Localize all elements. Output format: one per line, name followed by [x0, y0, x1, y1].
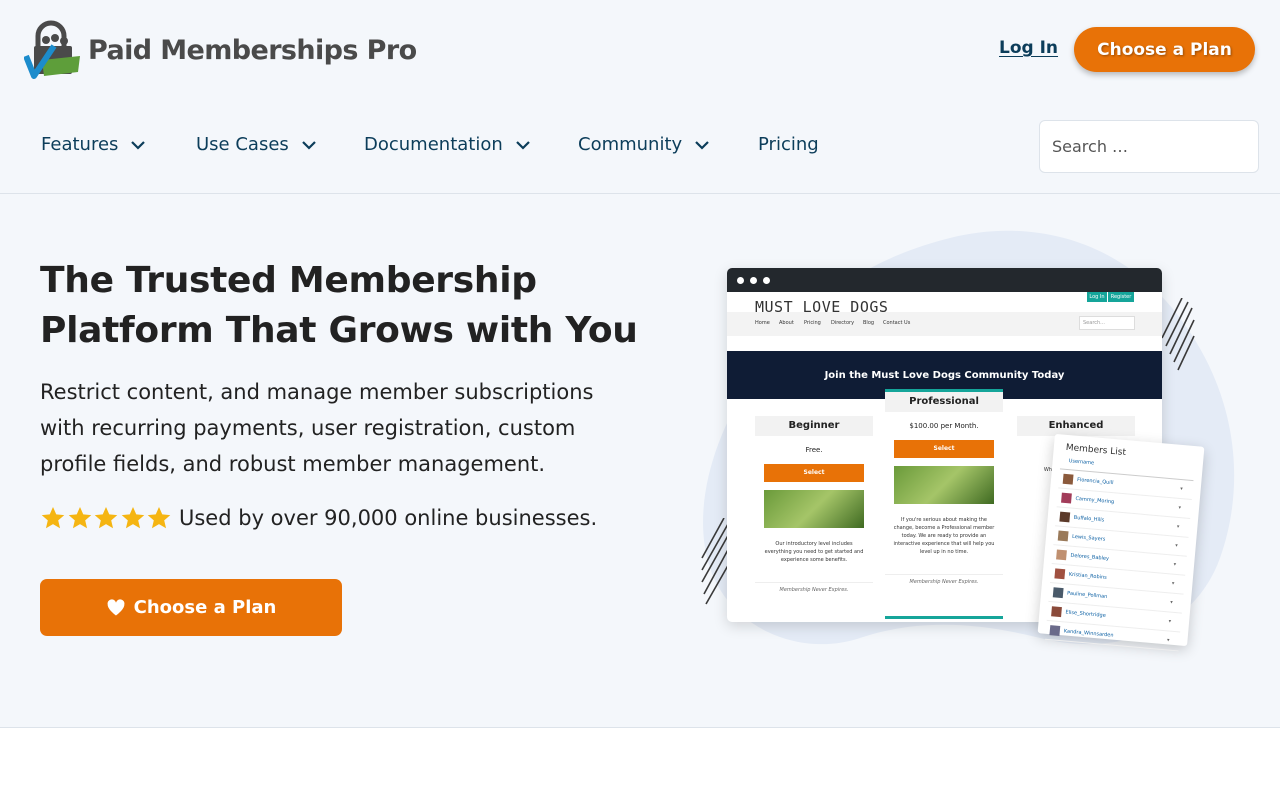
member-name: Elise_Shortridge [1065, 609, 1106, 619]
logo-text: Paid Memberships Pro [88, 34, 417, 66]
site-nav-item: Directory [831, 320, 855, 326]
choose-plan-hero-button[interactable]: Choose a Plan [40, 579, 342, 636]
site-search: Search... [1079, 316, 1135, 330]
page: Paid Memberships Pro Log In Choose a Pla… [0, 0, 1280, 800]
browser-titlebar [727, 268, 1162, 292]
choose-plan-header-button[interactable]: Choose a Plan [1074, 27, 1255, 72]
site-nav: Home About Pricing Directory Blog Contac… [727, 312, 1162, 336]
member-name: Cammy_Moring [1075, 495, 1115, 506]
nav-item-label: Community [578, 134, 683, 155]
tier-footer: Membership Never Expires. [885, 574, 1003, 585]
nav-item-label: Documentation [364, 134, 503, 155]
nav-item-features[interactable]: Features [41, 134, 146, 155]
chevron-down-icon [515, 140, 530, 150]
choose-plan-label: Choose a Plan [133, 597, 277, 618]
site-nav-item: Home [755, 320, 770, 326]
site-nav-item: Blog [863, 320, 875, 326]
star-icon [121, 506, 144, 529]
chevron-down-icon [695, 140, 709, 150]
star-icon [147, 506, 171, 529]
nav-item-label: Use Cases [196, 134, 289, 155]
member-name: Delores_Babley [1070, 552, 1110, 563]
site-logo[interactable]: Paid Memberships Pro [24, 20, 417, 80]
tier-select-button: Select [894, 440, 994, 458]
members-list-card: Members List Username Florencia_Quill ▾ C… [1037, 433, 1205, 652]
tier-card-beginner: Beginner Free. Select Our introductory l… [755, 416, 873, 593]
tier-image [764, 490, 864, 528]
tier-description: Our introductory level includes everythi… [764, 541, 864, 563]
login-link[interactable]: Log In [999, 38, 1058, 58]
nav-item-label: Pricing [758, 134, 819, 155]
nav-item-community[interactable]: Community [578, 134, 710, 155]
heart-icon [107, 598, 125, 615]
tier-select-button: Select [764, 464, 864, 482]
site-login-button: Log In [1087, 292, 1107, 302]
tier-price: $100.00 per Month. [909, 422, 979, 430]
social-proof-text: Used by over 90,000 online businesses. [179, 506, 598, 530]
tier-name: Enhanced [1017, 416, 1135, 436]
decorative-stripes [1161, 298, 1195, 371]
tier-card-professional: Professional $100.00 per Month. Select I… [885, 389, 1003, 619]
nav-item-use-cases[interactable]: Use Cases [196, 134, 317, 155]
member-name: Pauline_Pollman [1066, 590, 1108, 601]
member-name: Lewis_Sayers [1071, 533, 1106, 543]
hero-illustration: MUST LOVE DOGS Log In Register Home Abou… [700, 228, 1240, 658]
chevron-down-icon [302, 140, 316, 150]
star-icon [41, 506, 65, 529]
hero-title: The Trusted Membership Platform That Gro… [40, 260, 638, 351]
padlock-checkmark-logo-icon [24, 20, 80, 79]
nav-item-label: Features [41, 134, 119, 155]
nav-item-documentation[interactable]: Documentation [364, 134, 531, 155]
site-nav-item: Contact Us [883, 320, 911, 326]
rating-stars [40, 505, 173, 531]
site-nav-item: Pricing [804, 320, 821, 326]
header-region: Paid Memberships Pro Log In Choose a Pla… [0, 0, 1280, 194]
tier-footer: Membership Never Expires. [755, 582, 873, 593]
star-icon [68, 506, 91, 529]
tier-image [894, 466, 994, 504]
hero-subtitle: Restrict content, and manage member subs… [40, 380, 594, 476]
tier-name: Beginner [755, 416, 873, 436]
chevron-down-icon [131, 140, 146, 150]
tier-name: Professional [885, 392, 1003, 412]
site-register-button: Register [1108, 292, 1134, 302]
nav-item-pricing[interactable]: Pricing [758, 134, 819, 155]
member-name: Kandra_Winnsarden [1063, 628, 1114, 639]
tier-price: Free. [805, 446, 823, 454]
site-nav-item: About [779, 320, 794, 326]
star-icon [94, 506, 118, 529]
member-name: Florencia_Quill [1076, 476, 1114, 487]
member-name: Kristian_Robins [1068, 571, 1107, 581]
member-name: Buffalo_Hills [1073, 514, 1105, 524]
main-nav: Features Use Cases Documentation Communi… [0, 122, 1000, 172]
search-input[interactable] [1039, 120, 1259, 173]
tier-description: If you're serious about making the chang… [893, 517, 995, 555]
